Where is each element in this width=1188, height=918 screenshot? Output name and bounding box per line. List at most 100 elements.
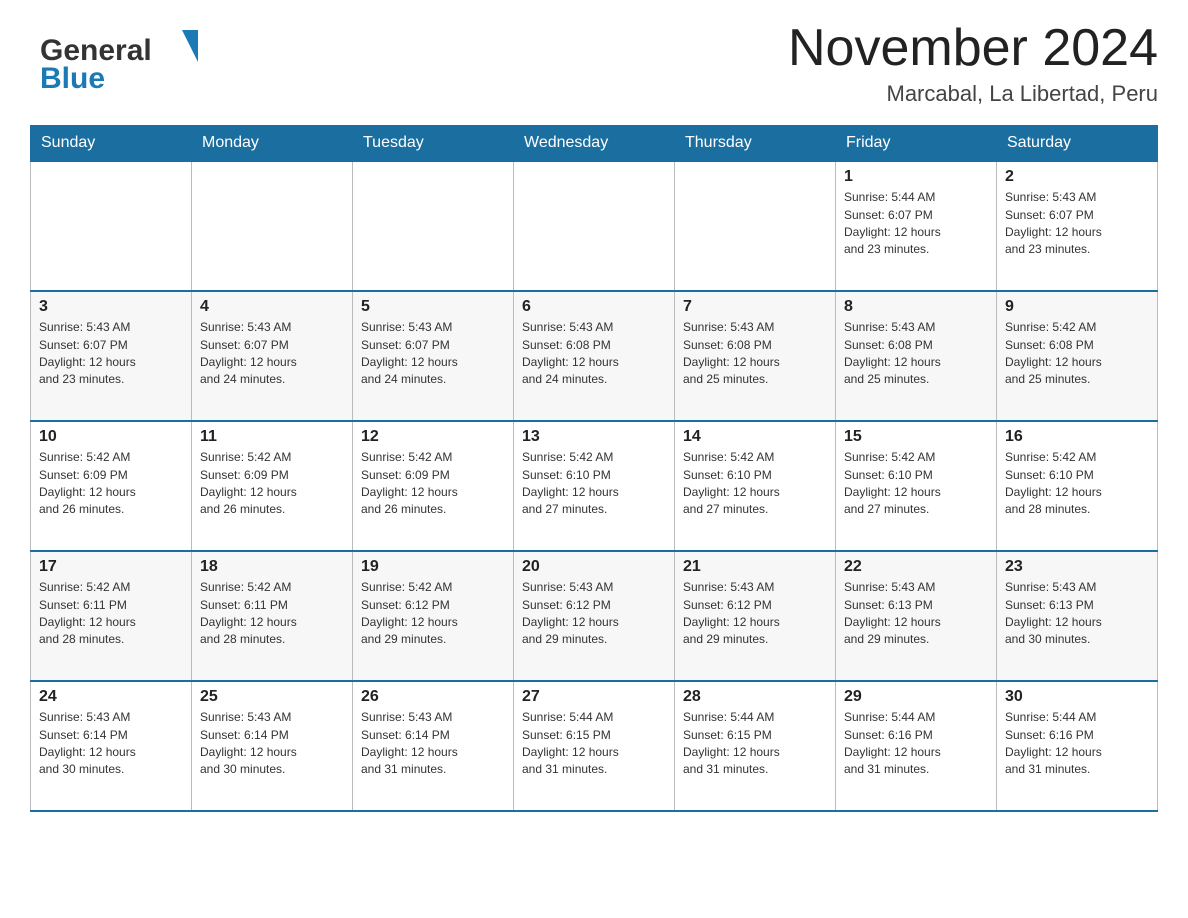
day-info: Sunrise: 5:43 AMSunset: 6:14 PMDaylight:…	[200, 709, 344, 779]
day-info: Sunrise: 5:44 AMSunset: 6:15 PMDaylight:…	[522, 709, 666, 779]
day-info: Sunrise: 5:43 AMSunset: 6:08 PMDaylight:…	[522, 319, 666, 389]
calendar-cell: 11 Sunrise: 5:42 AMSunset: 6:09 PMDayligh…	[192, 421, 353, 551]
calendar-cell: 30 Sunrise: 5:44 AMSunset: 6:16 PMDayligh…	[997, 681, 1158, 811]
calendar-week-4: 17 Sunrise: 5:42 AMSunset: 6:11 PMDayligh…	[31, 551, 1158, 681]
day-number: 16	[1005, 428, 1149, 446]
calendar-cell: 14 Sunrise: 5:42 AMSunset: 6:10 PMDayligh…	[675, 421, 836, 551]
location-subtitle: Marcabal, La Libertad, Peru	[788, 81, 1158, 107]
day-info: Sunrise: 5:43 AMSunset: 6:07 PMDaylight:…	[361, 319, 505, 389]
calendar-cell: 29Sunrise: 5:44 AMSunset: 6:16 PMDayligh…	[836, 681, 997, 811]
day-number: 17	[39, 558, 183, 576]
day-info: Sunrise: 5:43 AMSunset: 6:07 PMDaylight:…	[1005, 189, 1149, 259]
calendar-cell: 20Sunrise: 5:43 AMSunset: 6:12 PMDayligh…	[514, 551, 675, 681]
day-info: Sunrise: 5:43 AMSunset: 6:07 PMDaylight:…	[39, 319, 183, 389]
calendar-cell: 15 Sunrise: 5:42 AMSunset: 6:10 PMDayligh…	[836, 421, 997, 551]
calendar-cell	[675, 161, 836, 291]
day-number: 24	[39, 688, 183, 706]
day-number: 7	[683, 298, 827, 316]
day-number: 22	[844, 558, 988, 576]
day-info: Sunrise: 5:43 AMSunset: 6:14 PMDaylight:…	[361, 709, 505, 779]
day-number: 1	[844, 168, 988, 186]
day-number: 19	[361, 558, 505, 576]
day-number: 23	[1005, 558, 1149, 576]
calendar-week-1: 1 Sunrise: 5:44 AMSunset: 6:07 PMDaylight…	[31, 161, 1158, 291]
calendar-cell: 8 Sunrise: 5:43 AMSunset: 6:08 PMDaylight…	[836, 291, 997, 421]
day-number: 6	[522, 298, 666, 316]
day-number: 10	[39, 428, 183, 446]
svg-text:Blue: Blue	[40, 62, 105, 95]
day-number: 29	[844, 688, 988, 706]
month-title: November 2024	[788, 20, 1158, 77]
calendar-cell: 5 Sunrise: 5:43 AMSunset: 6:07 PMDaylight…	[353, 291, 514, 421]
calendar-cell: 6 Sunrise: 5:43 AMSunset: 6:08 PMDaylight…	[514, 291, 675, 421]
calendar-cell: 18Sunrise: 5:42 AMSunset: 6:11 PMDayligh…	[192, 551, 353, 681]
calendar-cell	[514, 161, 675, 291]
calendar-cell: 4 Sunrise: 5:43 AMSunset: 6:07 PMDaylight…	[192, 291, 353, 421]
day-info: Sunrise: 5:43 AMSunset: 6:12 PMDaylight:…	[522, 579, 666, 649]
day-number: 25	[200, 688, 344, 706]
day-number: 8	[844, 298, 988, 316]
calendar-week-5: 24 Sunrise: 5:43 AMSunset: 6:14 PMDayligh…	[31, 681, 1158, 811]
day-number: 30	[1005, 688, 1149, 706]
day-info: Sunrise: 5:43 AMSunset: 6:08 PMDaylight:…	[683, 319, 827, 389]
header-tuesday: Tuesday	[353, 126, 514, 162]
day-number: 9	[1005, 298, 1149, 316]
calendar-cell: 9 Sunrise: 5:42 AMSunset: 6:08 PMDaylight…	[997, 291, 1158, 421]
calendar-table: Sunday Monday Tuesday Wednesday Thursday…	[30, 125, 1158, 812]
calendar-cell: 22 Sunrise: 5:43 AMSunset: 6:13 PMDayligh…	[836, 551, 997, 681]
calendar-cell: 21 Sunrise: 5:43 AMSunset: 6:12 PMDayligh…	[675, 551, 836, 681]
calendar-week-3: 10 Sunrise: 5:42 AMSunset: 6:09 PMDayligh…	[31, 421, 1158, 551]
day-info: Sunrise: 5:42 AMSunset: 6:09 PMDaylight:…	[39, 449, 183, 519]
day-number: 14	[683, 428, 827, 446]
calendar-cell: 2 Sunrise: 5:43 AMSunset: 6:07 PMDaylight…	[997, 161, 1158, 291]
day-number: 27	[522, 688, 666, 706]
calendar-cell: 12Sunrise: 5:42 AMSunset: 6:09 PMDayligh…	[353, 421, 514, 551]
title-area: November 2024 Marcabal, La Libertad, Per…	[788, 20, 1158, 107]
calendar-cell: 13 Sunrise: 5:42 AMSunset: 6:10 PMDayligh…	[514, 421, 675, 551]
day-info: Sunrise: 5:43 AMSunset: 6:07 PMDaylight:…	[200, 319, 344, 389]
day-info: Sunrise: 5:42 AMSunset: 6:10 PMDaylight:…	[844, 449, 988, 519]
day-info: Sunrise: 5:42 AMSunset: 6:10 PMDaylight:…	[1005, 449, 1149, 519]
day-number: 18	[200, 558, 344, 576]
day-number: 2	[1005, 168, 1149, 186]
header: General Blue November 2024 Marcabal, La …	[30, 20, 1158, 107]
day-info: Sunrise: 5:42 AMSunset: 6:08 PMDaylight:…	[1005, 319, 1149, 389]
calendar-cell: 27 Sunrise: 5:44 AMSunset: 6:15 PMDayligh…	[514, 681, 675, 811]
day-number: 5	[361, 298, 505, 316]
calendar-cell: 10 Sunrise: 5:42 AMSunset: 6:09 PMDayligh…	[31, 421, 192, 551]
day-info: Sunrise: 5:43 AMSunset: 6:13 PMDaylight:…	[844, 579, 988, 649]
day-number: 21	[683, 558, 827, 576]
logo-svg: General Blue	[30, 20, 220, 100]
day-number: 4	[200, 298, 344, 316]
calendar-body: 1 Sunrise: 5:44 AMSunset: 6:07 PMDaylight…	[31, 161, 1158, 811]
calendar-cell	[353, 161, 514, 291]
day-number: 13	[522, 428, 666, 446]
day-headers-row: Sunday Monday Tuesday Wednesday Thursday…	[31, 126, 1158, 162]
day-info: Sunrise: 5:43 AMSunset: 6:12 PMDaylight:…	[683, 579, 827, 649]
day-info: Sunrise: 5:42 AMSunset: 6:10 PMDaylight:…	[522, 449, 666, 519]
calendar-cell	[31, 161, 192, 291]
calendar-cell: 16 Sunrise: 5:42 AMSunset: 6:10 PMDayligh…	[997, 421, 1158, 551]
calendar-cell: 19Sunrise: 5:42 AMSunset: 6:12 PMDayligh…	[353, 551, 514, 681]
day-number: 11	[200, 428, 344, 446]
day-info: Sunrise: 5:44 AMSunset: 6:16 PMDaylight:…	[1005, 709, 1149, 779]
calendar-week-2: 3Sunrise: 5:43 AMSunset: 6:07 PMDaylight…	[31, 291, 1158, 421]
calendar-cell: 17 Sunrise: 5:42 AMSunset: 6:11 PMDayligh…	[31, 551, 192, 681]
day-info: Sunrise: 5:42 AMSunset: 6:10 PMDaylight:…	[683, 449, 827, 519]
day-number: 15	[844, 428, 988, 446]
day-info: Sunrise: 5:43 AMSunset: 6:14 PMDaylight:…	[39, 709, 183, 779]
day-info: Sunrise: 5:42 AMSunset: 6:09 PMDaylight:…	[200, 449, 344, 519]
day-info: Sunrise: 5:42 AMSunset: 6:11 PMDaylight:…	[39, 579, 183, 649]
day-number: 12	[361, 428, 505, 446]
calendar-cell: 28Sunrise: 5:44 AMSunset: 6:15 PMDayligh…	[675, 681, 836, 811]
day-number: 26	[361, 688, 505, 706]
calendar-header: Sunday Monday Tuesday Wednesday Thursday…	[31, 126, 1158, 162]
day-info: Sunrise: 5:43 AMSunset: 6:08 PMDaylight:…	[844, 319, 988, 389]
day-info: Sunrise: 5:43 AMSunset: 6:13 PMDaylight:…	[1005, 579, 1149, 649]
calendar-cell: 7 Sunrise: 5:43 AMSunset: 6:08 PMDaylight…	[675, 291, 836, 421]
day-info: Sunrise: 5:44 AMSunset: 6:07 PMDaylight:…	[844, 189, 988, 259]
calendar-cell: 3Sunrise: 5:43 AMSunset: 6:07 PMDaylight…	[31, 291, 192, 421]
calendar-cell: 26 Sunrise: 5:43 AMSunset: 6:14 PMDayligh…	[353, 681, 514, 811]
calendar-cell: 25 Sunrise: 5:43 AMSunset: 6:14 PMDayligh…	[192, 681, 353, 811]
header-thursday: Thursday	[675, 126, 836, 162]
